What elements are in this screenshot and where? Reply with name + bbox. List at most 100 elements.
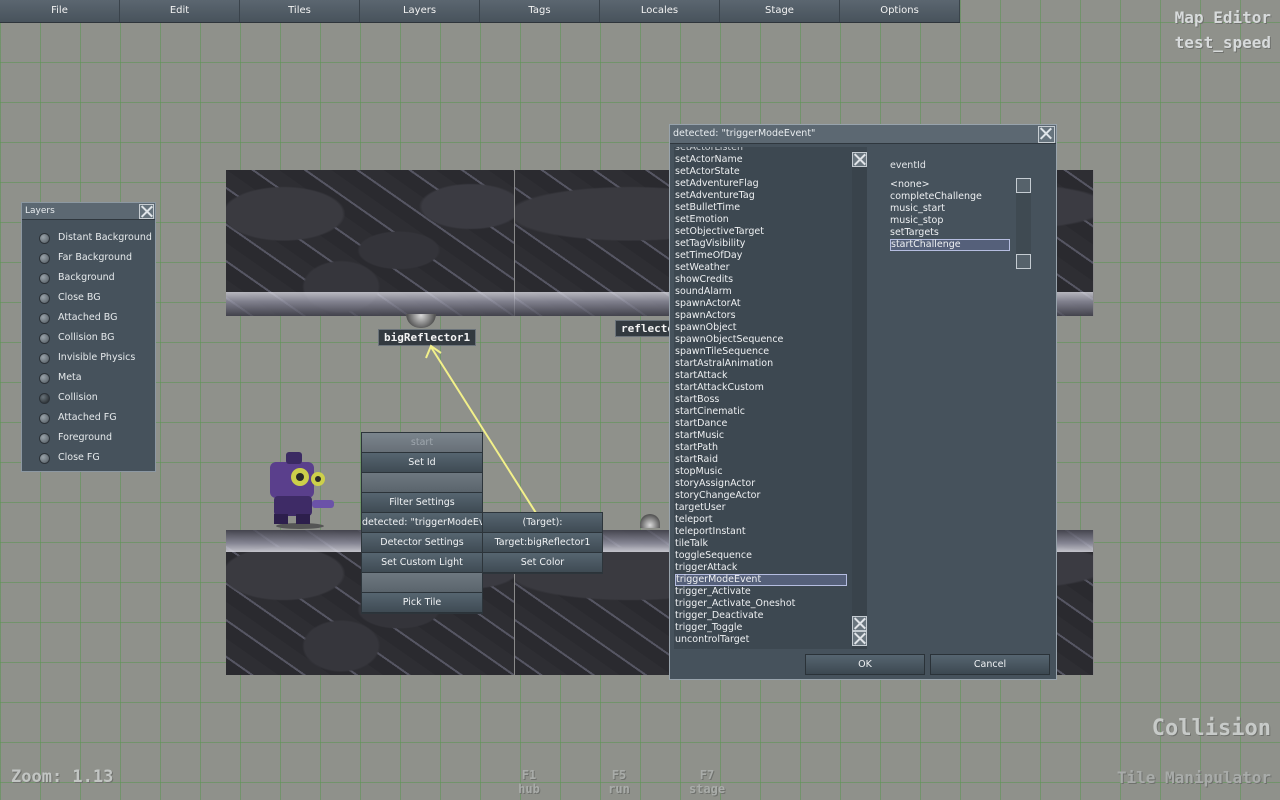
event-list-item[interactable]: startDance: [675, 418, 845, 430]
ok-button[interactable]: OK: [805, 654, 925, 675]
robot-character-sprite[interactable]: [262, 450, 342, 530]
event-list-item[interactable]: triggerAttack: [675, 562, 845, 574]
event-id-option[interactable]: setTargets: [890, 227, 1008, 239]
event-list-scrollbar[interactable]: [852, 151, 867, 649]
event-list-item[interactable]: startCinematic: [675, 406, 845, 418]
event-list-item[interactable]: trigger_Toggle: [675, 622, 845, 634]
radio-button-icon[interactable]: [39, 253, 50, 264]
close-icon[interactable]: [1038, 126, 1055, 143]
radio-button-icon[interactable]: [39, 393, 50, 404]
scroll-end-icon[interactable]: [852, 631, 867, 646]
event-list-item[interactable]: triggerModeEvent: [675, 574, 847, 586]
context-header: start: [362, 433, 482, 453]
event-list-item[interactable]: setAdventureFlag: [675, 178, 845, 190]
event-list-item[interactable]: setObjectiveTarget: [675, 226, 845, 238]
event-id-option[interactable]: <none>: [890, 179, 1008, 191]
event-list-item[interactable]: startBoss: [675, 394, 845, 406]
radio-button-icon[interactable]: [39, 413, 50, 424]
cancel-button[interactable]: Cancel: [930, 654, 1050, 675]
radio-button-icon[interactable]: [39, 293, 50, 304]
options-scroll-down-icon[interactable]: [1016, 254, 1031, 269]
set-custom-light-button[interactable]: Set Custom Light: [362, 553, 482, 573]
context-blank-button[interactable]: [362, 573, 482, 593]
layer-label: Invisible Physics: [58, 352, 136, 363]
scroll-up-icon[interactable]: [852, 152, 867, 167]
event-list-item[interactable]: stopMusic: [675, 466, 845, 478]
event-id-option[interactable]: music_stop: [890, 215, 1008, 227]
event-list-item[interactable]: spawnObject: [675, 322, 845, 334]
event-list-item[interactable]: teleportInstant: [675, 526, 845, 538]
radio-button-icon[interactable]: [39, 233, 50, 244]
radio-button-icon[interactable]: [39, 313, 50, 324]
event-list-item[interactable]: spawnTileSequence: [675, 346, 845, 358]
layers-panel-title: Layers: [22, 203, 155, 220]
event-list-item[interactable]: startRaid: [675, 454, 845, 466]
options-scroll-up-icon[interactable]: [1016, 178, 1031, 193]
event-list-item[interactable]: spawnActors: [675, 310, 845, 322]
close-icon[interactable]: [139, 204, 154, 219]
event-list-item[interactable]: setActorState: [675, 166, 845, 178]
layer-row[interactable]: Distant Background: [22, 228, 155, 248]
layer-row[interactable]: Background: [22, 268, 155, 288]
event-list-item[interactable]: startPath: [675, 442, 845, 454]
target-button[interactable]: Target:bigReflector1: [483, 533, 602, 553]
event-list-item[interactable]: targetUser: [675, 502, 845, 514]
event-list-item[interactable]: setAdventureTag: [675, 190, 845, 202]
event-list-item[interactable]: startMusic: [675, 430, 845, 442]
event-list-item[interactable]: soundAlarm: [675, 286, 845, 298]
context-blank-button[interactable]: [362, 473, 482, 493]
event-id-option[interactable]: startChallenge: [890, 239, 1010, 251]
layer-row[interactable]: Close BG: [22, 288, 155, 308]
event-list-item[interactable]: showCredits: [675, 274, 845, 286]
detector-settings-button[interactable]: Detector Settings: [362, 533, 482, 553]
radio-button-icon[interactable]: [39, 333, 50, 344]
event-list-item[interactable]: startAstralAnimation: [675, 358, 845, 370]
set-id-button[interactable]: Set Id: [362, 453, 482, 473]
layer-row[interactable]: Foreground: [22, 428, 155, 448]
event-list-item[interactable]: setActorName: [675, 154, 845, 166]
event-id-option[interactable]: music_start: [890, 203, 1008, 215]
event-list-item[interactable]: teleport: [675, 514, 845, 526]
layer-row[interactable]: Attached FG: [22, 408, 155, 428]
layer-row[interactable]: Attached BG: [22, 308, 155, 328]
layer-row[interactable]: Collision BG: [22, 328, 155, 348]
event-list-item[interactable]: tileTalk: [675, 538, 845, 550]
event-list-item[interactable]: trigger_Deactivate: [675, 610, 845, 622]
event-list-item[interactable]: storyChangeActor: [675, 490, 845, 502]
list-item[interactable]: setActorListen: [675, 147, 845, 154]
radio-button-icon[interactable]: [39, 373, 50, 384]
event-list-item[interactable]: setBulletTime: [675, 202, 845, 214]
radio-button-icon[interactable]: [39, 353, 50, 364]
radio-button-icon[interactable]: [39, 273, 50, 284]
event-list-item[interactable]: toggleSequence: [675, 550, 845, 562]
event-list-item[interactable]: uncontrolTarget: [675, 634, 845, 646]
layer-row[interactable]: Meta: [22, 368, 155, 388]
filter-settings-button[interactable]: Filter Settings: [362, 493, 482, 513]
layer-row[interactable]: Invisible Physics: [22, 348, 155, 368]
event-list-item[interactable]: setTagVisibility: [675, 238, 845, 250]
event-list-item[interactable]: trigger_Activate: [675, 586, 845, 598]
event-list-item[interactable]: storyAssignActor: [675, 478, 845, 490]
event-list-item[interactable]: spawnObjectSequence: [675, 334, 845, 346]
layer-row[interactable]: Close FG: [22, 448, 155, 468]
event-id-option[interactable]: completeChallenge: [890, 191, 1008, 203]
event-list[interactable]: setActorListen setActorName setActorState…: [674, 147, 867, 649]
layer-row[interactable]: Collision: [22, 388, 155, 408]
event-picker-dialog: detected: "triggerModeEvent" setActorLis…: [669, 124, 1057, 680]
event-list-item[interactable]: setTimeOfDay: [675, 250, 845, 262]
layer-row[interactable]: Far Background: [22, 248, 155, 268]
event-list-item[interactable]: startAttack: [675, 370, 845, 382]
set-color-button[interactable]: Set Color: [483, 553, 602, 573]
event-list-item[interactable]: setWeather: [675, 262, 845, 274]
detected-event-button[interactable]: detected: "triggerModeEvent": [362, 513, 482, 533]
event-list-item[interactable]: trigger_Activate_Oneshot: [675, 598, 845, 610]
scroll-down-icon[interactable]: [852, 616, 867, 631]
layer-label: Attached FG: [58, 412, 117, 423]
pick-tile-button[interactable]: Pick Tile: [362, 593, 482, 613]
radio-button-icon[interactable]: [39, 453, 50, 464]
event-list-item[interactable]: setEmotion: [675, 214, 845, 226]
layer-label: Background: [58, 272, 115, 283]
event-list-item[interactable]: spawnActorAt: [675, 298, 845, 310]
event-list-item[interactable]: startAttackCustom: [675, 382, 845, 394]
radio-button-icon[interactable]: [39, 433, 50, 444]
